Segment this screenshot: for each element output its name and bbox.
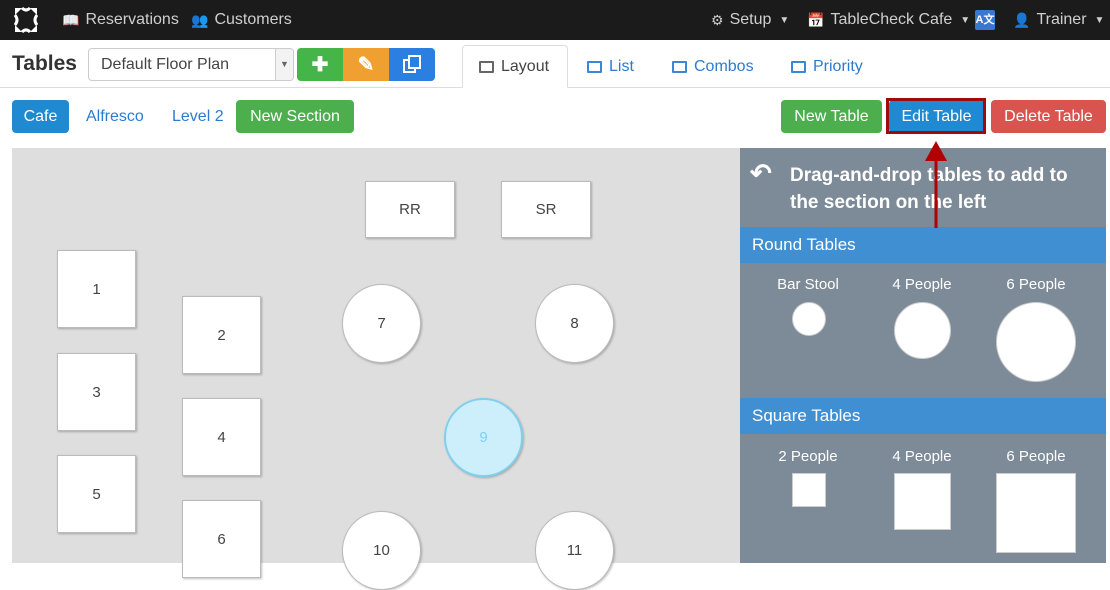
table-1[interactable]: 1	[57, 250, 136, 328]
palette-instruction: Drag-and-drop tables to add to the secti…	[790, 165, 1068, 213]
tab-combos[interactable]: Combos	[656, 45, 770, 88]
chevron-down-icon: ▼	[275, 49, 293, 80]
copy-icon	[403, 54, 421, 73]
tab-priority-label: Priority	[813, 57, 863, 75]
table-5[interactable]: 5	[57, 455, 136, 533]
back-arrow-icon: ↶	[750, 158, 772, 188]
floor-plan-select[interactable]: Default Floor Plan ▼	[88, 48, 294, 81]
table-rr[interactable]: RR	[365, 181, 455, 238]
round-bar-stool-label: Bar Stool	[777, 276, 839, 293]
priority-icon	[791, 60, 806, 73]
table-6[interactable]: 6	[182, 500, 261, 578]
table-2[interactable]: 2	[182, 296, 261, 374]
calendar-icon: 📅	[807, 11, 825, 28]
caret-down-icon: ▼	[779, 14, 790, 26]
nav-reservations[interactable]: 📖 Reservations	[62, 0, 179, 40]
section-tab-cafe[interactable]: Cafe	[12, 100, 69, 133]
floor-plan-actions: ✚ ✎	[297, 48, 435, 81]
page-title: Tables	[12, 52, 77, 75]
nav-venue-dropdown[interactable]: 📅 TableCheck Cafe ▼	[807, 0, 970, 40]
edit-table-highlight	[886, 98, 986, 134]
table-palette-panel: ↶ Drag-and-drop tables to add to the sec…	[740, 148, 1106, 563]
table-10[interactable]: 10	[342, 511, 421, 590]
table-9[interactable]: 9	[444, 398, 523, 477]
grid-icon	[479, 60, 494, 73]
table-11[interactable]: 11	[535, 511, 614, 590]
square-tables-heading: Square Tables	[740, 398, 1106, 434]
table-sr[interactable]: SR	[501, 181, 591, 238]
section-tab-level-2[interactable]: Level 2	[162, 100, 234, 133]
language-button[interactable]: A文	[975, 0, 995, 40]
pencil-icon: ✎	[357, 54, 375, 76]
floor-canvas[interactable]: RR SR 1 2 3 4 5 6 7 8 9 10 11	[12, 148, 740, 590]
delete-table-button[interactable]: Delete Table	[991, 100, 1106, 133]
tab-list[interactable]: List	[571, 45, 650, 88]
round-tables-heading: Round Tables	[740, 227, 1106, 263]
tables-toolbar: Tables Default Floor Plan ▼ ✚ ✎ Layout L…	[0, 40, 1110, 88]
floor-plan-value: Default Floor Plan	[101, 56, 230, 73]
table-8[interactable]: 8	[535, 284, 614, 363]
table-7[interactable]: 7	[342, 284, 421, 363]
edit-floor-plan-button[interactable]: ✎	[343, 48, 389, 81]
top-navbar: 📖 Reservations 👥 Customers ⚙ Setup ▼ 📅 T…	[0, 0, 1110, 40]
nav-user-label: Trainer	[1036, 11, 1087, 28]
square-2-people-shape[interactable]	[792, 473, 826, 507]
square-2-people-label: 2 People	[778, 448, 838, 465]
round-bar-stool-shape[interactable]	[792, 302, 826, 336]
section-tab-alfresco[interactable]: Alfresco	[76, 100, 154, 133]
table-3[interactable]: 3	[57, 353, 136, 431]
add-floor-plan-button[interactable]: ✚	[297, 48, 343, 81]
nav-venue-label: TableCheck Cafe	[830, 11, 953, 28]
new-section-button[interactable]: New Section	[236, 100, 354, 133]
nav-reservations-label: Reservations	[85, 11, 179, 28]
table-4[interactable]: 4	[182, 398, 261, 476]
tab-combos-label: Combos	[694, 57, 754, 75]
square-4-people-label: 4 People	[892, 448, 952, 465]
users-icon: 👥	[191, 11, 209, 28]
combos-icon	[672, 60, 687, 73]
nav-setup-label: Setup	[729, 11, 772, 28]
tab-layout[interactable]: Layout	[462, 45, 568, 88]
caret-down-icon: ▼	[960, 14, 971, 26]
user-icon: 👤	[1013, 11, 1031, 28]
plus-icon: ✚	[311, 54, 329, 76]
nav-setup-dropdown[interactable]: ⚙ Setup ▼	[711, 0, 789, 40]
round-6-people-label: 6 People	[1006, 276, 1066, 293]
copy-floor-plan-button[interactable]	[389, 48, 435, 81]
nav-customers-label: Customers	[214, 11, 292, 28]
tab-layout-label: Layout	[501, 57, 550, 75]
round-4-people-label: 4 People	[892, 276, 952, 293]
book-icon: 📖	[62, 11, 80, 28]
new-table-button[interactable]: New Table	[781, 100, 882, 133]
app-logo-icon[interactable]	[11, 6, 41, 34]
translate-icon: A文	[975, 10, 995, 30]
round-4-people-shape[interactable]	[894, 302, 951, 359]
nav-customers[interactable]: 👥 Customers	[191, 0, 292, 40]
square-4-people-shape[interactable]	[894, 473, 951, 530]
caret-down-icon: ▼	[1094, 14, 1105, 26]
tab-priority[interactable]: Priority	[775, 45, 879, 88]
palette-header: ↶ Drag-and-drop tables to add to the sec…	[740, 148, 1106, 228]
tab-list-label: List	[609, 57, 634, 75]
nav-user-dropdown[interactable]: 👤 Trainer ▼	[1013, 0, 1104, 40]
square-6-people-shape[interactable]	[996, 473, 1076, 553]
list-icon	[587, 60, 602, 73]
round-6-people-shape[interactable]	[996, 302, 1076, 382]
square-6-people-label: 6 People	[1006, 448, 1066, 465]
gear-icon: ⚙	[711, 11, 724, 28]
